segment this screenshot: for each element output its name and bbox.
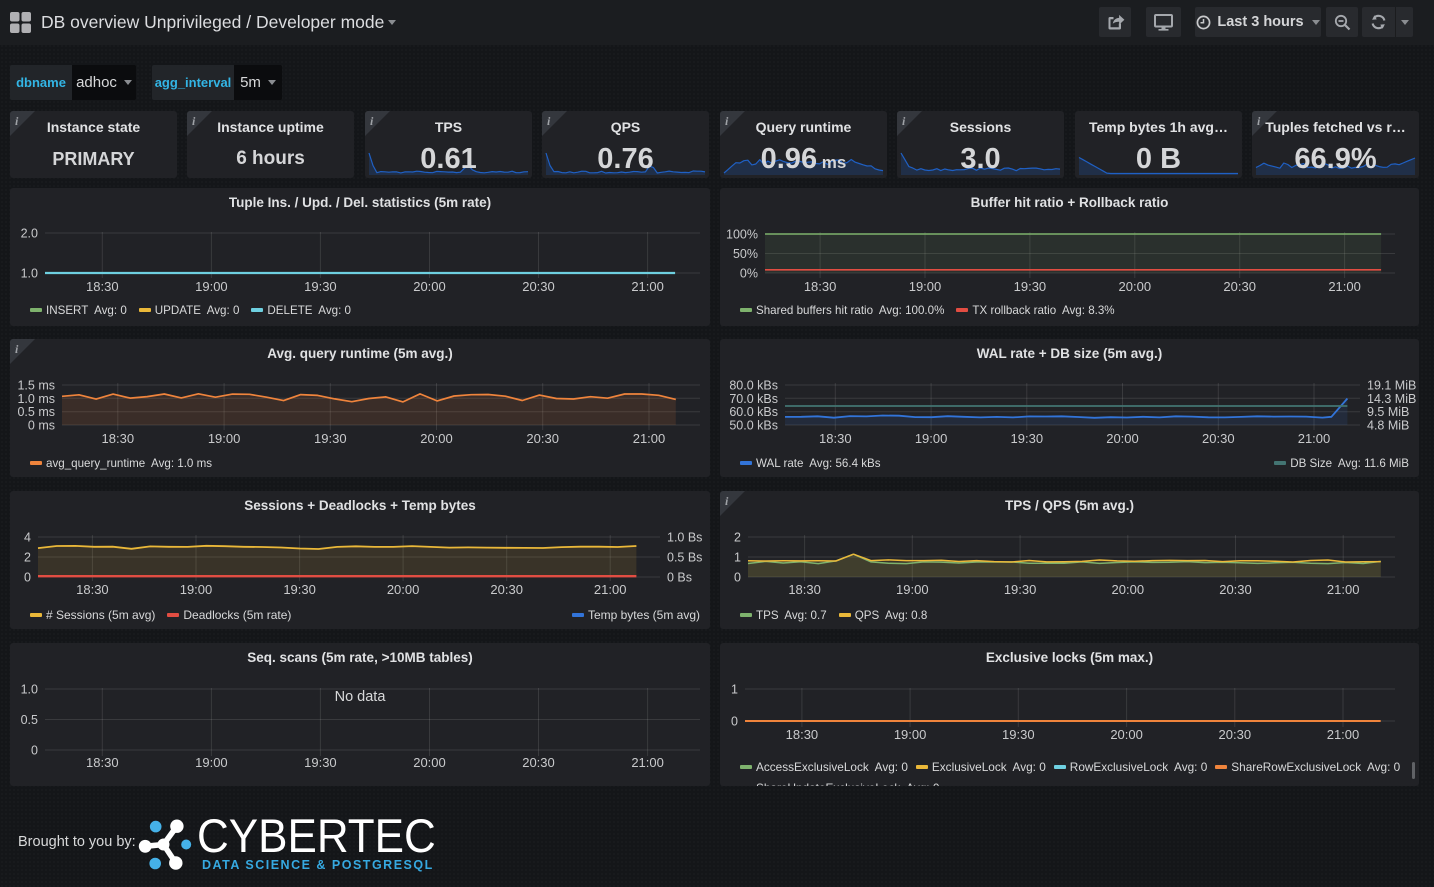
svg-text:18:30: 18:30	[86, 279, 119, 294]
svg-text:19:30: 19:30	[1014, 279, 1047, 294]
svg-text:0 Bs: 0 Bs	[667, 571, 692, 585]
svg-text:19:30: 19:30	[304, 279, 337, 294]
svg-text:0: 0	[31, 744, 38, 758]
svg-text:0: 0	[731, 715, 738, 729]
svg-text:18:30: 18:30	[804, 279, 837, 294]
svg-text:19:30: 19:30	[283, 582, 316, 597]
svg-text:1: 1	[731, 683, 738, 697]
svg-text:9.5 MiB: 9.5 MiB	[1367, 405, 1409, 419]
svg-text:20:00: 20:00	[1119, 279, 1152, 294]
svg-text:21:00: 21:00	[633, 431, 666, 446]
svg-text:4.8 MiB: 4.8 MiB	[1367, 419, 1409, 433]
svg-text:1.0: 1.0	[21, 267, 38, 281]
svg-text:2.0: 2.0	[21, 227, 38, 241]
svg-text:100%: 100%	[726, 228, 758, 242]
svg-text:19:00: 19:00	[180, 582, 213, 597]
svg-text:21:00: 21:00	[1327, 727, 1360, 742]
svg-text:19:30: 19:30	[314, 431, 347, 446]
svg-text:21:00: 21:00	[594, 582, 627, 597]
svg-text:19:00: 19:00	[195, 279, 228, 294]
svg-text:19:30: 19:30	[1004, 582, 1037, 597]
svg-text:20:00: 20:00	[420, 431, 453, 446]
svg-text:0: 0	[734, 571, 741, 585]
svg-text:20:30: 20:30	[1219, 582, 1252, 597]
svg-text:60.0 kBs: 60.0 kBs	[729, 405, 778, 419]
svg-text:0.5: 0.5	[21, 713, 38, 727]
svg-text:70.0 kBs: 70.0 kBs	[729, 392, 778, 406]
svg-text:18:30: 18:30	[819, 431, 852, 446]
svg-text:19:00: 19:00	[896, 582, 929, 597]
svg-text:20:00: 20:00	[413, 279, 446, 294]
svg-text:1.0 ms: 1.0 ms	[17, 392, 55, 406]
svg-text:18:30: 18:30	[86, 755, 119, 770]
svg-text:20:00: 20:00	[1110, 727, 1143, 742]
svg-text:2: 2	[734, 531, 741, 545]
svg-text:20:30: 20:30	[490, 582, 523, 597]
svg-text:1.0: 1.0	[21, 683, 38, 697]
svg-text:21:00: 21:00	[1328, 279, 1361, 294]
svg-text:14.3 MiB: 14.3 MiB	[1367, 392, 1416, 406]
svg-text:20:30: 20:30	[522, 279, 555, 294]
svg-text:20:30: 20:30	[522, 755, 555, 770]
svg-text:19:30: 19:30	[1011, 431, 1044, 446]
svg-text:50%: 50%	[733, 247, 758, 261]
svg-text:20:30: 20:30	[526, 431, 559, 446]
svg-text:0 ms: 0 ms	[28, 419, 55, 433]
svg-text:4: 4	[24, 531, 31, 545]
svg-text:1.5 ms: 1.5 ms	[17, 379, 55, 393]
svg-text:0.5 Bs: 0.5 Bs	[667, 551, 702, 565]
svg-text:19:30: 19:30	[1002, 727, 1035, 742]
svg-text:0.5 ms: 0.5 ms	[17, 405, 55, 419]
svg-text:20:00: 20:00	[1106, 431, 1139, 446]
svg-text:19.1 MiB: 19.1 MiB	[1367, 379, 1416, 393]
svg-text:19:00: 19:00	[195, 755, 228, 770]
svg-text:1: 1	[734, 551, 741, 565]
svg-text:20:00: 20:00	[413, 755, 446, 770]
svg-text:18:30: 18:30	[76, 582, 109, 597]
svg-text:19:00: 19:00	[915, 431, 948, 446]
svg-text:18:30: 18:30	[788, 582, 821, 597]
svg-text:20:00: 20:00	[1112, 582, 1145, 597]
svg-text:21:00: 21:00	[1327, 582, 1360, 597]
svg-text:18:30: 18:30	[102, 431, 135, 446]
svg-text:2: 2	[24, 551, 31, 565]
svg-text:20:30: 20:30	[1223, 279, 1256, 294]
svg-text:21:00: 21:00	[631, 755, 664, 770]
svg-text:19:30: 19:30	[304, 755, 337, 770]
svg-text:50.0 kBs: 50.0 kBs	[729, 419, 778, 433]
svg-text:20:00: 20:00	[387, 582, 420, 597]
svg-text:0%: 0%	[740, 267, 758, 281]
svg-text:21:00: 21:00	[1298, 431, 1331, 446]
svg-text:0: 0	[24, 571, 31, 585]
svg-text:20:30: 20:30	[1219, 727, 1252, 742]
svg-text:18:30: 18:30	[786, 727, 819, 742]
svg-text:19:00: 19:00	[894, 727, 927, 742]
svg-text:21:00: 21:00	[631, 279, 664, 294]
svg-text:80.0 kBs: 80.0 kBs	[729, 379, 778, 393]
svg-text:1.0 Bs: 1.0 Bs	[667, 531, 702, 545]
svg-text:No data: No data	[335, 689, 387, 705]
svg-text:19:00: 19:00	[208, 431, 241, 446]
svg-text:19:00: 19:00	[909, 279, 942, 294]
svg-text:20:30: 20:30	[1202, 431, 1235, 446]
